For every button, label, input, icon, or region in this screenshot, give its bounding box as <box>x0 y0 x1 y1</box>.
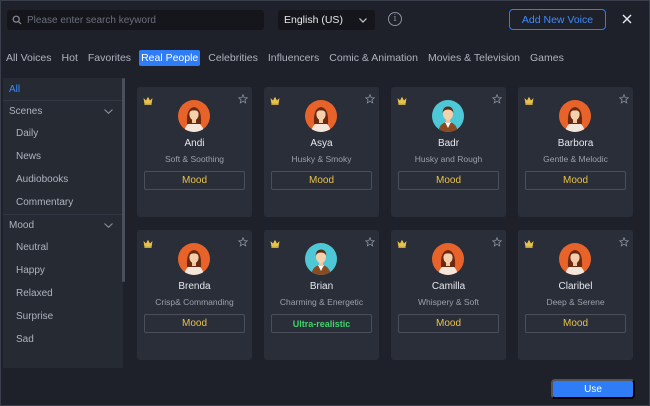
voice-name: Badr <box>437 138 460 149</box>
crown-icon <box>524 235 534 248</box>
search-input[interactable] <box>27 14 257 26</box>
voice-name: Andi <box>184 138 205 149</box>
mood-button[interactable]: Mood <box>398 314 499 333</box>
sidebar-section-scenes[interactable]: Scenes <box>3 100 123 122</box>
crown-icon <box>397 92 407 105</box>
crown-icon <box>270 92 280 105</box>
chevron-down-icon <box>104 220 113 231</box>
voice-name: Asya <box>310 138 333 149</box>
mood-button[interactable]: Mood <box>144 314 245 333</box>
sidebar-item-neutral[interactable]: Neutral <box>3 236 123 259</box>
info-icon[interactable]: i <box>388 12 402 26</box>
voice-description: Husky and Rough <box>414 154 483 164</box>
voice-card[interactable]: Claribel Deep & Serene Mood <box>518 230 633 360</box>
crown-icon <box>270 235 280 248</box>
sidebar-item-daily[interactable]: Daily <box>3 122 123 145</box>
crown-icon <box>524 92 534 105</box>
search-icon <box>7 15 27 25</box>
sidebar-item-surprise[interactable]: Surprise <box>3 305 123 328</box>
star-icon[interactable] <box>237 234 249 247</box>
avatar <box>559 100 591 132</box>
voice-description: Husky & Smoky <box>291 154 352 164</box>
sidebar-item-relaxed[interactable]: Relaxed <box>3 282 123 305</box>
voice-name: Claribel <box>558 281 593 292</box>
info-icon-glyph: i <box>393 14 397 24</box>
voice-card[interactable]: Camilla Whispery & Soft Mood <box>391 230 506 360</box>
avatar <box>305 100 337 132</box>
use-button[interactable]: Use <box>551 379 635 399</box>
voice-description: Charming & Energetic <box>279 297 364 307</box>
tab-games[interactable]: Games <box>528 50 566 66</box>
sidebar-item-news[interactable]: News <box>3 145 123 168</box>
tab-hot[interactable]: Hot <box>60 50 80 66</box>
tab-all-voices[interactable]: All Voices <box>4 50 54 66</box>
voice-card[interactable]: Barbora Gentle & Melodic Mood <box>518 87 633 217</box>
voice-grid: Andi Soft & Soothing Mood Asya Husky & Smoky… <box>137 87 637 362</box>
voice-name: Brian <box>309 281 334 292</box>
add-new-voice-button[interactable]: Add New Voice <box>509 9 606 30</box>
sidebar-section-label: Mood <box>9 220 35 231</box>
avatar <box>432 243 464 275</box>
tab-comic-animation[interactable]: Comic & Animation <box>327 50 420 66</box>
mood-button[interactable]: Mood <box>271 171 372 190</box>
voice-card[interactable]: Asya Husky & Smoky Mood <box>264 87 379 217</box>
sidebar-scrollbar[interactable] <box>122 78 125 282</box>
star-icon[interactable] <box>618 234 630 247</box>
star-icon[interactable] <box>618 91 630 104</box>
star-icon[interactable] <box>491 91 503 104</box>
mood-button[interactable]: Mood <box>144 171 245 190</box>
close-icon[interactable] <box>619 11 635 27</box>
voice-name: Camilla <box>431 281 466 292</box>
tab-movies-television[interactable]: Movies & Television <box>426 50 522 66</box>
tab-influencers[interactable]: Influencers <box>266 50 321 66</box>
tab-celebrities[interactable]: Celebrities <box>206 50 260 66</box>
sidebar-section-mood[interactable]: Mood <box>3 214 123 236</box>
chevron-down-icon <box>104 106 113 117</box>
language-select[interactable]: English (US) <box>278 10 375 30</box>
avatar <box>559 243 591 275</box>
avatar <box>305 243 337 275</box>
voice-description: Whispery & Soft <box>418 297 479 307</box>
mood-button[interactable]: Mood <box>525 314 626 333</box>
voice-description: Crisp& Commanding <box>155 297 234 307</box>
voice-description: Deep & Serene <box>546 297 605 307</box>
app-window: English (US) i Add New Voice All Voices H… <box>0 0 650 406</box>
voice-description: Soft & Soothing <box>164 154 225 164</box>
voice-description: Gentle & Melodic <box>543 154 608 164</box>
avatar <box>178 243 210 275</box>
voice-card[interactable]: Andi Soft & Soothing Mood <box>137 87 252 217</box>
tab-real-people[interactable]: Real People <box>139 50 201 66</box>
crown-icon <box>143 92 153 105</box>
mood-button[interactable]: Mood <box>398 171 499 190</box>
category-tabs: All Voices Hot Favorites Real People Celebri… <box>1 48 569 68</box>
sidebar-item-all[interactable]: All <box>3 78 123 100</box>
sidebar-section-label: Scenes <box>9 106 43 117</box>
sidebar-item-happy[interactable]: Happy <box>3 259 123 282</box>
star-icon[interactable] <box>491 234 503 247</box>
mood-button[interactable]: Mood <box>525 171 626 190</box>
sidebar-item-commentary[interactable]: Commentary <box>3 191 123 214</box>
tab-favorites[interactable]: Favorites <box>86 50 133 66</box>
star-icon[interactable] <box>237 91 249 104</box>
filter-sidebar: All Scenes Daily News Audiobooks Commentary… <box>3 78 123 368</box>
sidebar-item-sad[interactable]: Sad <box>3 328 123 351</box>
avatar <box>178 100 210 132</box>
search-box[interactable] <box>7 10 264 30</box>
crown-icon <box>143 235 153 248</box>
language-selected: English (US) <box>284 14 343 26</box>
ultra-realistic-button[interactable]: Ultra-realistic <box>271 314 372 333</box>
voice-card[interactable]: Brian Charming & Energetic Ultra-realistic <box>264 230 379 360</box>
chevron-down-icon <box>359 14 367 26</box>
sidebar-item-audiobooks[interactable]: Audiobooks <box>3 168 123 191</box>
voice-name: Brenda <box>178 281 211 292</box>
voice-name: Barbora <box>557 138 594 149</box>
voice-card[interactable]: Badr Husky and Rough Mood <box>391 87 506 217</box>
avatar <box>432 100 464 132</box>
star-icon[interactable] <box>364 91 376 104</box>
star-icon[interactable] <box>364 234 376 247</box>
voice-card[interactable]: Brenda Crisp& Commanding Mood <box>137 230 252 360</box>
crown-icon <box>397 235 407 248</box>
